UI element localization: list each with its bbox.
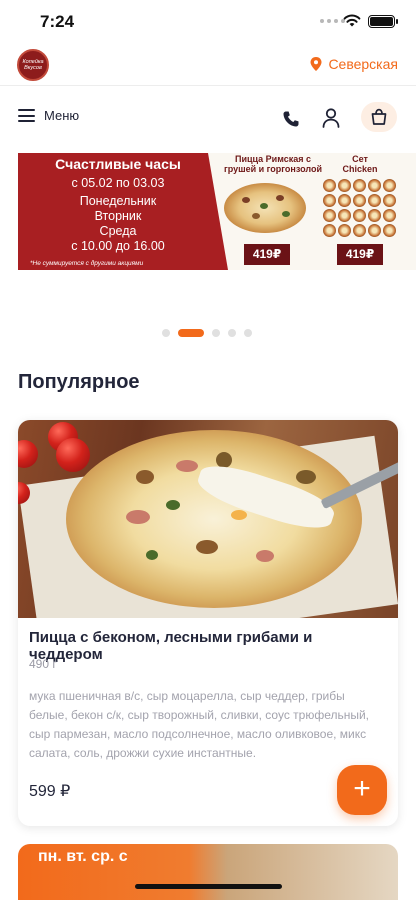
product-card-next[interactable]: пн. вт. ср. с	[18, 844, 398, 900]
product-description: мука пшеничная в/с, сыр моцарелла, сыр ч…	[29, 689, 370, 760]
banner-pagination	[162, 329, 252, 337]
promo-pizza-title: Пицца Римская с грушей и горгонзолой	[223, 154, 323, 174]
status-bar: 7:24	[0, 0, 416, 44]
pager-dot[interactable]	[228, 329, 236, 337]
promo-set-title: Сет Chicken	[342, 154, 378, 174]
promo-set-image	[323, 179, 396, 237]
promo-set-price: 419₽	[337, 244, 383, 265]
product-weight: 490 г	[29, 657, 57, 671]
add-to-cart-button[interactable]: +	[337, 765, 387, 815]
product-card[interactable]: Пицца с беконом, лесными грибами и чедде…	[18, 420, 398, 826]
promo-happy-hours: Счастливые часы с 05.02 по 03.03 Понедел…	[18, 153, 228, 270]
promo-note: *Не суммируется с другими акциями	[30, 260, 144, 267]
menu-button[interactable]: Меню	[18, 108, 79, 123]
battery-icon	[368, 15, 398, 28]
pager-dot-active[interactable]	[178, 329, 204, 337]
location-bar: Копейка Вкусов Северская	[0, 44, 416, 86]
location-pin-icon	[310, 57, 322, 71]
promo-day: Понедельник	[79, 194, 157, 208]
city-name: Северская	[328, 56, 398, 72]
promo-hours: с 10.00 до 16.00	[71, 239, 165, 253]
next-card-label: пн. вт. ср. с	[38, 848, 128, 865]
brand-logo[interactable]: Копейка Вкусов	[17, 49, 49, 81]
home-indicator[interactable]	[135, 884, 282, 889]
product-name[interactable]: Пицца с беконом, лесными грибами и чедде…	[29, 629, 389, 663]
pager-dot[interactable]	[244, 329, 252, 337]
signal-dots-icon	[320, 19, 345, 23]
promo-pizza-image	[224, 183, 306, 233]
promo-banner[interactable]: Счастливые часы с 05.02 по 03.03 Понедел…	[18, 153, 416, 270]
shopping-bag-icon	[371, 108, 387, 125]
promo-dates: с 05.02 по 03.03	[71, 176, 165, 190]
hamburger-icon	[18, 109, 35, 122]
section-title: Популярное	[18, 371, 140, 393]
menu-label: Меню	[44, 108, 80, 123]
top-nav: Меню	[0, 98, 416, 142]
product-image	[18, 420, 398, 618]
status-time: 7:24	[40, 12, 75, 31]
city-selector[interactable]: Северская	[310, 56, 398, 72]
cart-button[interactable]	[361, 102, 397, 132]
promo-title: Счастливые часы	[55, 156, 181, 172]
phone-icon[interactable]	[282, 110, 300, 128]
pager-dot[interactable]	[162, 329, 170, 337]
promo-day: Вторник	[94, 209, 142, 223]
promo-day: Среда	[99, 224, 137, 238]
pager-dot[interactable]	[212, 329, 220, 337]
product-price: 599 ₽	[29, 783, 71, 800]
profile-icon[interactable]	[322, 108, 340, 128]
promo-pizza-price: 419₽	[244, 244, 290, 265]
wifi-icon	[343, 14, 361, 27]
